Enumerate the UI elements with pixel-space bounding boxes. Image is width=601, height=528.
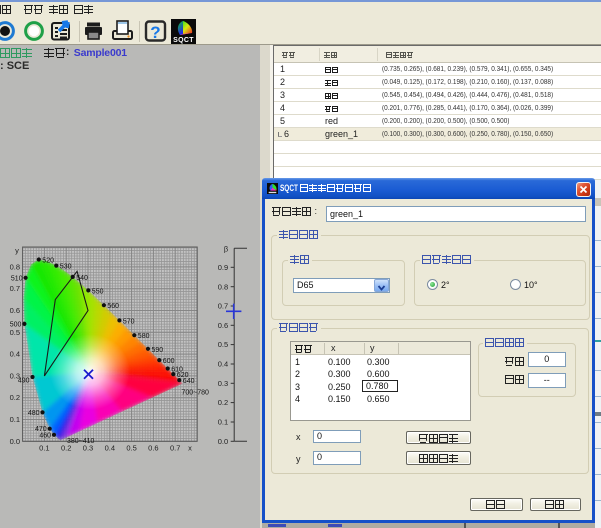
svg-text:470: 470	[35, 426, 47, 433]
svg-text:y: y	[15, 246, 19, 255]
svg-text:0.2: 0.2	[218, 398, 228, 407]
svg-text:540: 540	[76, 275, 88, 282]
svg-text:570: 570	[123, 318, 135, 325]
svg-text:640: 640	[183, 378, 195, 385]
svg-text:480: 480	[28, 410, 40, 417]
svg-text:530: 530	[60, 264, 72, 271]
svg-text:580: 580	[138, 333, 150, 340]
svg-text:0.3: 0.3	[10, 371, 20, 380]
svg-text:0.0: 0.0	[10, 437, 20, 446]
svg-text:0.3: 0.3	[218, 379, 228, 388]
svg-text:0.7: 0.7	[170, 444, 180, 453]
svg-text:0.7: 0.7	[218, 302, 228, 311]
svg-text:520: 520	[42, 258, 54, 265]
svg-text:0.5: 0.5	[218, 340, 228, 349]
svg-text:0.6: 0.6	[148, 444, 158, 453]
svg-text:560: 560	[107, 303, 119, 310]
svg-text:0.8: 0.8	[10, 262, 20, 271]
svg-text:0.2: 0.2	[10, 393, 20, 402]
svg-text:0.4: 0.4	[218, 360, 228, 369]
svg-text:0.3: 0.3	[83, 444, 93, 453]
svg-text:510: 510	[11, 275, 23, 282]
svg-text:0.6: 0.6	[10, 306, 20, 315]
svg-text:0.0: 0.0	[218, 437, 228, 446]
svg-text:0.1: 0.1	[39, 444, 49, 453]
svg-text:700~780: 700~780	[182, 390, 210, 397]
svg-text:0.1: 0.1	[10, 415, 20, 424]
svg-text:460: 460	[39, 432, 51, 439]
svg-text:β: β	[224, 245, 229, 254]
svg-text:550: 550	[92, 288, 104, 295]
svg-text:0.9: 0.9	[218, 263, 228, 272]
svg-text:0.2: 0.2	[61, 444, 71, 453]
svg-text:0.7: 0.7	[10, 284, 20, 293]
svg-text:0.6: 0.6	[218, 321, 228, 330]
svg-text:600: 600	[163, 358, 175, 365]
svg-text:0.5: 0.5	[126, 444, 136, 453]
svg-text:x: x	[188, 444, 192, 453]
svg-text:0.1: 0.1	[218, 418, 228, 427]
svg-text:590: 590	[152, 347, 164, 354]
svg-text:0.4: 0.4	[105, 444, 115, 453]
svg-text:0.8: 0.8	[218, 282, 228, 291]
svg-text:0.5: 0.5	[10, 328, 20, 337]
svg-text:0.4: 0.4	[10, 350, 20, 359]
